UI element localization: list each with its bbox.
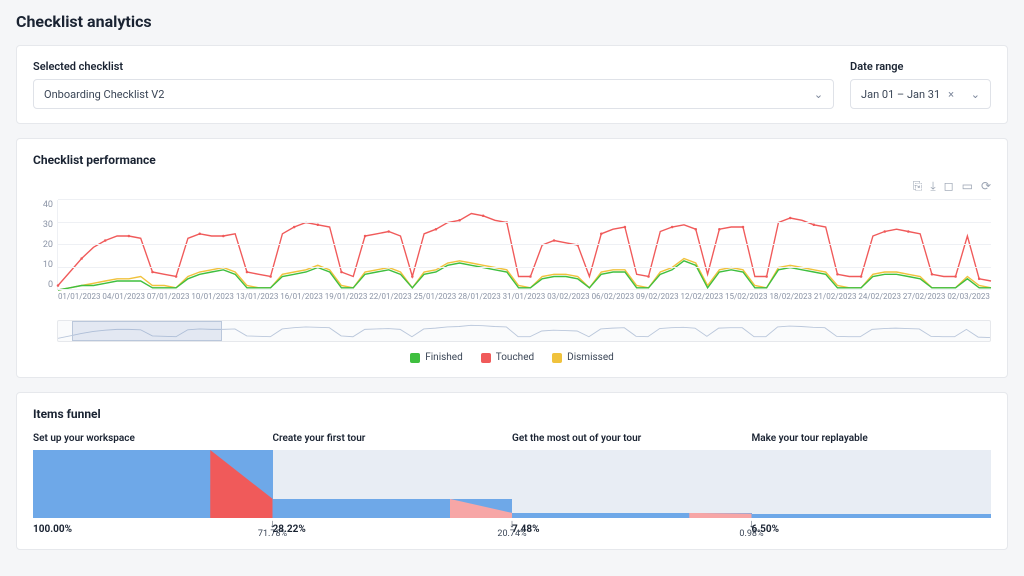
funnel-step-pct: 7.48% bbox=[512, 524, 752, 535]
performance-title: Checklist performance bbox=[33, 153, 991, 167]
funnel-bar bbox=[512, 450, 752, 518]
down-arrow-icon: ↓ bbox=[734, 518, 770, 529]
x-tick: 25/01/2023 bbox=[413, 292, 457, 310]
legend-dismissed[interactable]: Dismissed bbox=[552, 352, 614, 363]
chart-legend: Finished Touched Dismissed bbox=[33, 352, 991, 363]
page-root: Checklist analytics Selected checklist O… bbox=[0, 0, 1024, 576]
checklist-select[interactable]: Onboarding Checklist V2 ⌄ bbox=[33, 79, 834, 109]
chevron-down-icon: ⌄ bbox=[971, 88, 980, 101]
date-range-select[interactable]: Jan 01 – Jan 31 × ⌄ bbox=[850, 79, 991, 109]
funnel-card: Items funnel Set up your workspace 100.00… bbox=[16, 392, 1008, 550]
chart-toolbar: ⎘ ⤓ ◻ ▭ ⟳ bbox=[33, 179, 991, 194]
funnel-chart: Set up your workspace100.00%↓71.78%Creat… bbox=[33, 433, 991, 535]
chart-plot-area[interactable] bbox=[57, 200, 991, 290]
funnel-step-label: Set up your workspace bbox=[33, 433, 273, 444]
y-tick: 40 bbox=[33, 200, 53, 210]
x-tick: 22/01/2023 bbox=[368, 292, 412, 310]
funnel-step: Make your tour replayable 6.50% bbox=[752, 433, 992, 535]
funnel-step: Get the most out of your tour7.48%↓0.98% bbox=[512, 433, 752, 535]
x-tick: 18/02/2023 bbox=[769, 292, 813, 310]
dismissed-swatch bbox=[552, 353, 562, 363]
funnel-drop: ↓71.78% bbox=[255, 518, 291, 539]
funnel-bar bbox=[273, 450, 513, 518]
x-tick: 13/01/2023 bbox=[235, 292, 279, 310]
checklist-select-value: Onboarding Checklist V2 bbox=[44, 88, 164, 101]
legend-finished[interactable]: Finished bbox=[410, 352, 463, 363]
download-icon[interactable]: ⤓ bbox=[930, 179, 935, 194]
x-tick: 24/02/2023 bbox=[857, 292, 901, 310]
date-range-value: Jan 01 – Jan 31 bbox=[861, 88, 940, 101]
funnel-bar bbox=[33, 450, 273, 518]
touched-swatch bbox=[481, 353, 491, 363]
x-tick: 28/01/2023 bbox=[457, 292, 501, 310]
funnel-drop: ↓20.74% bbox=[494, 518, 530, 539]
y-axis-ticks: 40 30 20 10 0 bbox=[33, 200, 57, 290]
legend-touched[interactable]: Touched bbox=[481, 352, 534, 363]
minimap-selection[interactable] bbox=[72, 321, 222, 341]
x-tick: 31/01/2023 bbox=[502, 292, 546, 310]
funnel-step-label: Create your first tour bbox=[273, 433, 513, 444]
funnel-step: Create your first tour28.22%↓20.74% bbox=[273, 433, 513, 535]
y-tick: 10 bbox=[33, 260, 53, 270]
checklist-filter-label: Selected checklist bbox=[33, 60, 834, 73]
chart-minimap[interactable] bbox=[57, 320, 991, 342]
filters-card: Selected checklist Onboarding Checklist … bbox=[16, 45, 1008, 124]
date-filter: Date range Jan 01 – Jan 31 × ⌄ bbox=[850, 60, 991, 109]
clear-date-icon[interactable]: × bbox=[948, 88, 954, 101]
funnel-step-label: Make your tour replayable bbox=[752, 433, 992, 444]
down-arrow-icon: ↓ bbox=[494, 518, 530, 529]
x-tick: 21/02/2023 bbox=[813, 292, 857, 310]
funnel-step-pct: 100.00% bbox=[33, 524, 273, 535]
funnel-bar bbox=[752, 450, 992, 518]
funnel-step-pct: 28.22% bbox=[273, 524, 513, 535]
x-axis-ticks: 01/01/202304/01/202307/01/202310/01/2023… bbox=[57, 292, 991, 310]
x-tick: 10/01/2023 bbox=[190, 292, 234, 310]
chevron-down-icon: ⌄ bbox=[814, 88, 823, 101]
x-tick: 07/01/2023 bbox=[146, 292, 190, 310]
x-tick: 12/02/2023 bbox=[680, 292, 724, 310]
funnel-step-pct: 6.50% bbox=[752, 524, 992, 535]
performance-chart: 40 30 20 10 0 01/01/202304/01/202307/01/2023… bbox=[33, 200, 991, 310]
zoom-out-icon[interactable]: ▭ bbox=[962, 179, 973, 194]
down-arrow-icon: ↓ bbox=[255, 518, 291, 529]
funnel-step: Set up your workspace100.00%↓71.78% bbox=[33, 433, 273, 535]
x-tick: 06/02/2023 bbox=[591, 292, 635, 310]
copy-icon[interactable]: ⎘ bbox=[913, 179, 923, 194]
x-tick: 02/03/2023 bbox=[946, 292, 990, 310]
x-tick: 09/02/2023 bbox=[635, 292, 679, 310]
funnel-title: Items funnel bbox=[33, 407, 991, 421]
funnel-drop: ↓0.98% bbox=[734, 518, 770, 539]
series-line bbox=[58, 261, 991, 290]
reset-icon[interactable]: ⟳ bbox=[981, 179, 991, 194]
x-tick: 01/01/2023 bbox=[57, 292, 101, 310]
page-title: Checklist analytics bbox=[16, 12, 1008, 31]
date-filter-label: Date range bbox=[850, 60, 991, 73]
x-tick: 03/02/2023 bbox=[546, 292, 590, 310]
y-tick: 20 bbox=[33, 240, 53, 250]
performance-card: Checklist performance ⎘ ⤓ ◻ ▭ ⟳ 40 30 20 10… bbox=[16, 138, 1008, 378]
y-tick: 0 bbox=[33, 280, 53, 290]
x-tick: 19/01/2023 bbox=[324, 292, 368, 310]
y-tick: 30 bbox=[33, 220, 53, 230]
x-tick: 15/02/2023 bbox=[724, 292, 768, 310]
x-tick: 16/01/2023 bbox=[279, 292, 323, 310]
x-tick: 27/02/2023 bbox=[902, 292, 946, 310]
x-tick: 04/01/2023 bbox=[101, 292, 145, 310]
checklist-filter: Selected checklist Onboarding Checklist … bbox=[33, 60, 834, 109]
zoom-in-icon[interactable]: ◻ bbox=[944, 179, 954, 194]
funnel-step-label: Get the most out of your tour bbox=[512, 433, 752, 444]
finished-swatch bbox=[410, 353, 420, 363]
